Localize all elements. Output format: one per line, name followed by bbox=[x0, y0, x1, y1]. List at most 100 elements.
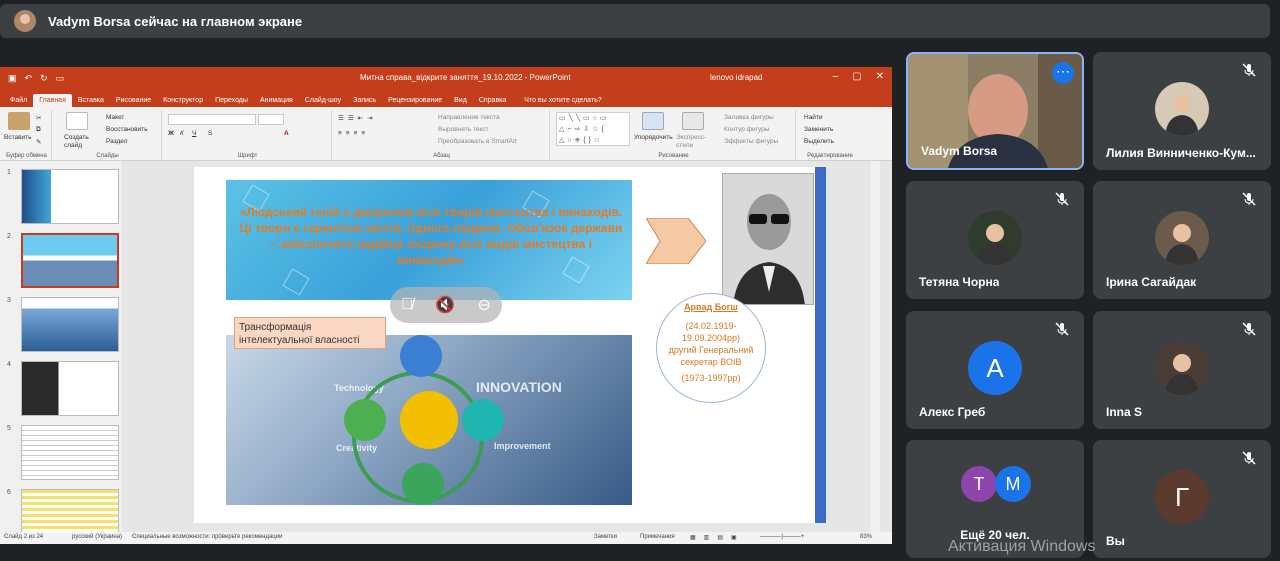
group-label: Буфер обмена bbox=[6, 153, 47, 159]
paste-icon[interactable] bbox=[8, 112, 30, 130]
accessibility-status[interactable]: Специальные возможности: проверьте реком… bbox=[132, 534, 282, 540]
thumb-number: 1 bbox=[7, 169, 11, 176]
participant-name: Ірина Сагайдак bbox=[1106, 275, 1197, 289]
slide-scrollbar[interactable] bbox=[870, 161, 880, 533]
ribbon-tab[interactable]: Вставка bbox=[72, 94, 110, 107]
cut-icon[interactable]: ✂ bbox=[36, 114, 41, 122]
text-direction-button[interactable]: Направление текста bbox=[438, 114, 500, 121]
underline-button[interactable]: Ч bbox=[192, 130, 196, 137]
close-icon[interactable]: ✕ bbox=[876, 71, 884, 82]
quick-access-toolbar: ▣ ↶ ↻ ▭ bbox=[8, 73, 64, 84]
ribbon-tab[interactable]: Переходы bbox=[209, 94, 254, 107]
thumb-image bbox=[21, 169, 119, 224]
cycle-node bbox=[402, 463, 444, 505]
quote-text: «Людський геній є джерелом всіх творів м… bbox=[239, 205, 623, 267]
slide-editor: «Людський геній є джерелом всіх творів м… bbox=[130, 161, 880, 533]
mic-muted-icon bbox=[1241, 450, 1259, 468]
find-button[interactable]: Найти bbox=[804, 114, 823, 121]
section-button[interactable]: Раздел bbox=[106, 138, 127, 145]
mic-off-icon[interactable]: 🎙̸ bbox=[401, 296, 413, 314]
shape-outline-button[interactable]: Контур фигуры bbox=[724, 126, 769, 133]
ribbon-tab[interactable]: Запись bbox=[347, 94, 382, 107]
current-slide: «Людський геній є джерелом всіх творів м… bbox=[194, 167, 826, 523]
zoom-level[interactable]: 83% bbox=[860, 534, 872, 540]
participant-name: Алекс Греб bbox=[919, 405, 986, 419]
presenter-avatar bbox=[14, 10, 36, 32]
align-text-button[interactable]: Выровнять текст bbox=[438, 126, 489, 133]
ribbon-tab[interactable]: Слайд-шоу bbox=[299, 94, 347, 107]
arrange-button[interactable]: Упорядочить bbox=[634, 134, 673, 141]
font-family-select[interactable] bbox=[168, 114, 256, 125]
view-buttons[interactable]: ▦▥▤▣ bbox=[690, 534, 745, 541]
portrait-photo bbox=[722, 173, 814, 305]
ribbon-tab[interactable]: Главная bbox=[33, 94, 72, 107]
shape-effects-button[interactable]: Эффекты фигуры bbox=[724, 138, 778, 145]
participant-tile[interactable]: Тетяна Чорна bbox=[906, 181, 1084, 299]
remove-icon[interactable]: ⊖ bbox=[477, 295, 490, 315]
arrange-icon[interactable] bbox=[642, 112, 664, 130]
group-label: Редактирование bbox=[807, 153, 853, 159]
avatar bbox=[968, 211, 1022, 265]
quick-styles-icon[interactable] bbox=[682, 112, 704, 130]
strike-button[interactable]: S bbox=[208, 130, 212, 137]
shape-fill-button[interactable]: Заливка фигуры bbox=[724, 114, 774, 121]
notes-button[interactable]: Заметки bbox=[594, 534, 617, 540]
participant-tile[interactable]: Лилия Винниченко-Кум... bbox=[1093, 52, 1271, 170]
replace-button[interactable]: Заменить bbox=[804, 126, 833, 133]
tell-me-search[interactable]: Что вы хотите сделать? bbox=[518, 94, 607, 107]
thumb-image bbox=[21, 233, 119, 288]
window-controls: – ▢ ✕ bbox=[833, 71, 884, 82]
thumb-image bbox=[21, 297, 119, 352]
bold-button[interactable]: Ж bbox=[168, 130, 174, 137]
participant-tile[interactable]: Ірина Сагайдак bbox=[1093, 181, 1271, 299]
font-size-select[interactable] bbox=[258, 114, 284, 125]
ppt-workspace: 1 2 3 4 5 6 «Людський геній є джерелом в… bbox=[0, 161, 892, 544]
font-color-button[interactable]: А bbox=[284, 130, 289, 137]
windows-activation-watermark: Активация Windows bbox=[948, 538, 1096, 555]
undo-icon[interactable]: ↶ bbox=[25, 73, 33, 84]
maximize-icon[interactable]: ▢ bbox=[852, 71, 861, 82]
list-buttons[interactable]: ☰☰⇤⇥ bbox=[338, 114, 377, 122]
format-painter-icon[interactable]: ✎ bbox=[36, 138, 41, 146]
cycle-node bbox=[400, 335, 442, 377]
participant-tile[interactable]: ⋯ Vadym Borsa bbox=[906, 52, 1084, 170]
ribbon-tab[interactable]: Справка bbox=[473, 94, 512, 107]
ribbon-tab[interactable]: Файл bbox=[4, 94, 33, 107]
ribbon-tab[interactable]: Анимация bbox=[254, 94, 299, 107]
participant-tile[interactable]: А Алекс Греб bbox=[906, 311, 1084, 429]
zoom-slider[interactable]: –———|———+ bbox=[760, 534, 804, 540]
new-slide-icon[interactable] bbox=[66, 112, 88, 130]
quick-styles-button[interactable]: Экспресс-стили bbox=[676, 134, 716, 150]
save-icon[interactable]: ▣ bbox=[8, 73, 17, 84]
redo-icon[interactable]: ↻ bbox=[40, 73, 48, 84]
language-indicator[interactable]: русский (Украина) bbox=[72, 534, 122, 540]
cycle-center-node bbox=[400, 391, 458, 449]
reset-button[interactable]: Восстановить bbox=[106, 126, 148, 133]
paste-button[interactable]: Вставить bbox=[4, 134, 32, 141]
smartart-button[interactable]: Преобразовать в SmartArt bbox=[438, 138, 517, 145]
select-button[interactable]: Выделить bbox=[804, 138, 834, 145]
ribbon-tab[interactable]: Конструктор bbox=[157, 94, 209, 107]
italic-button[interactable]: К bbox=[180, 130, 184, 137]
more-options-icon[interactable]: ⋯ bbox=[1052, 62, 1074, 84]
minimize-icon[interactable]: – bbox=[833, 71, 839, 82]
new-slide-button[interactable]: Создать слайд bbox=[64, 134, 94, 150]
ribbon-tab[interactable]: Рисование bbox=[110, 94, 157, 107]
copy-icon[interactable]: ⧉ bbox=[36, 126, 41, 134]
slide-thumbnails: 1 2 3 4 5 6 bbox=[0, 161, 122, 544]
caption-dates: (24.02.1919- 19.09.2004рр) другий Генера… bbox=[668, 321, 754, 367]
ribbon-tab[interactable]: Рецензирование bbox=[382, 94, 448, 107]
present-icon[interactable]: ▭ bbox=[56, 73, 65, 84]
volume-off-icon[interactable]: 🔇 bbox=[435, 295, 455, 315]
align-buttons[interactable]: ≡≡≡≡ bbox=[338, 130, 369, 137]
participant-tile[interactable]: Г Вы bbox=[1093, 440, 1271, 558]
thumb-number: 5 bbox=[7, 425, 11, 432]
ribbon-tab[interactable]: Вид bbox=[448, 94, 473, 107]
caption-name: Арпад Богш bbox=[684, 302, 738, 312]
participant-tile[interactable]: Inna S bbox=[1093, 311, 1271, 429]
shapes-gallery[interactable]: ▭╲╲▭○▭ △⌐⇨⇩☆{△○⎈{}☆ bbox=[556, 112, 630, 146]
comments-button[interactable]: Примечания bbox=[640, 534, 675, 540]
mic-muted-icon bbox=[1241, 191, 1259, 209]
layout-button[interactable]: Макет bbox=[106, 114, 124, 121]
innovation-image: INNOVATION Technology Creativity Improve… bbox=[226, 335, 632, 505]
